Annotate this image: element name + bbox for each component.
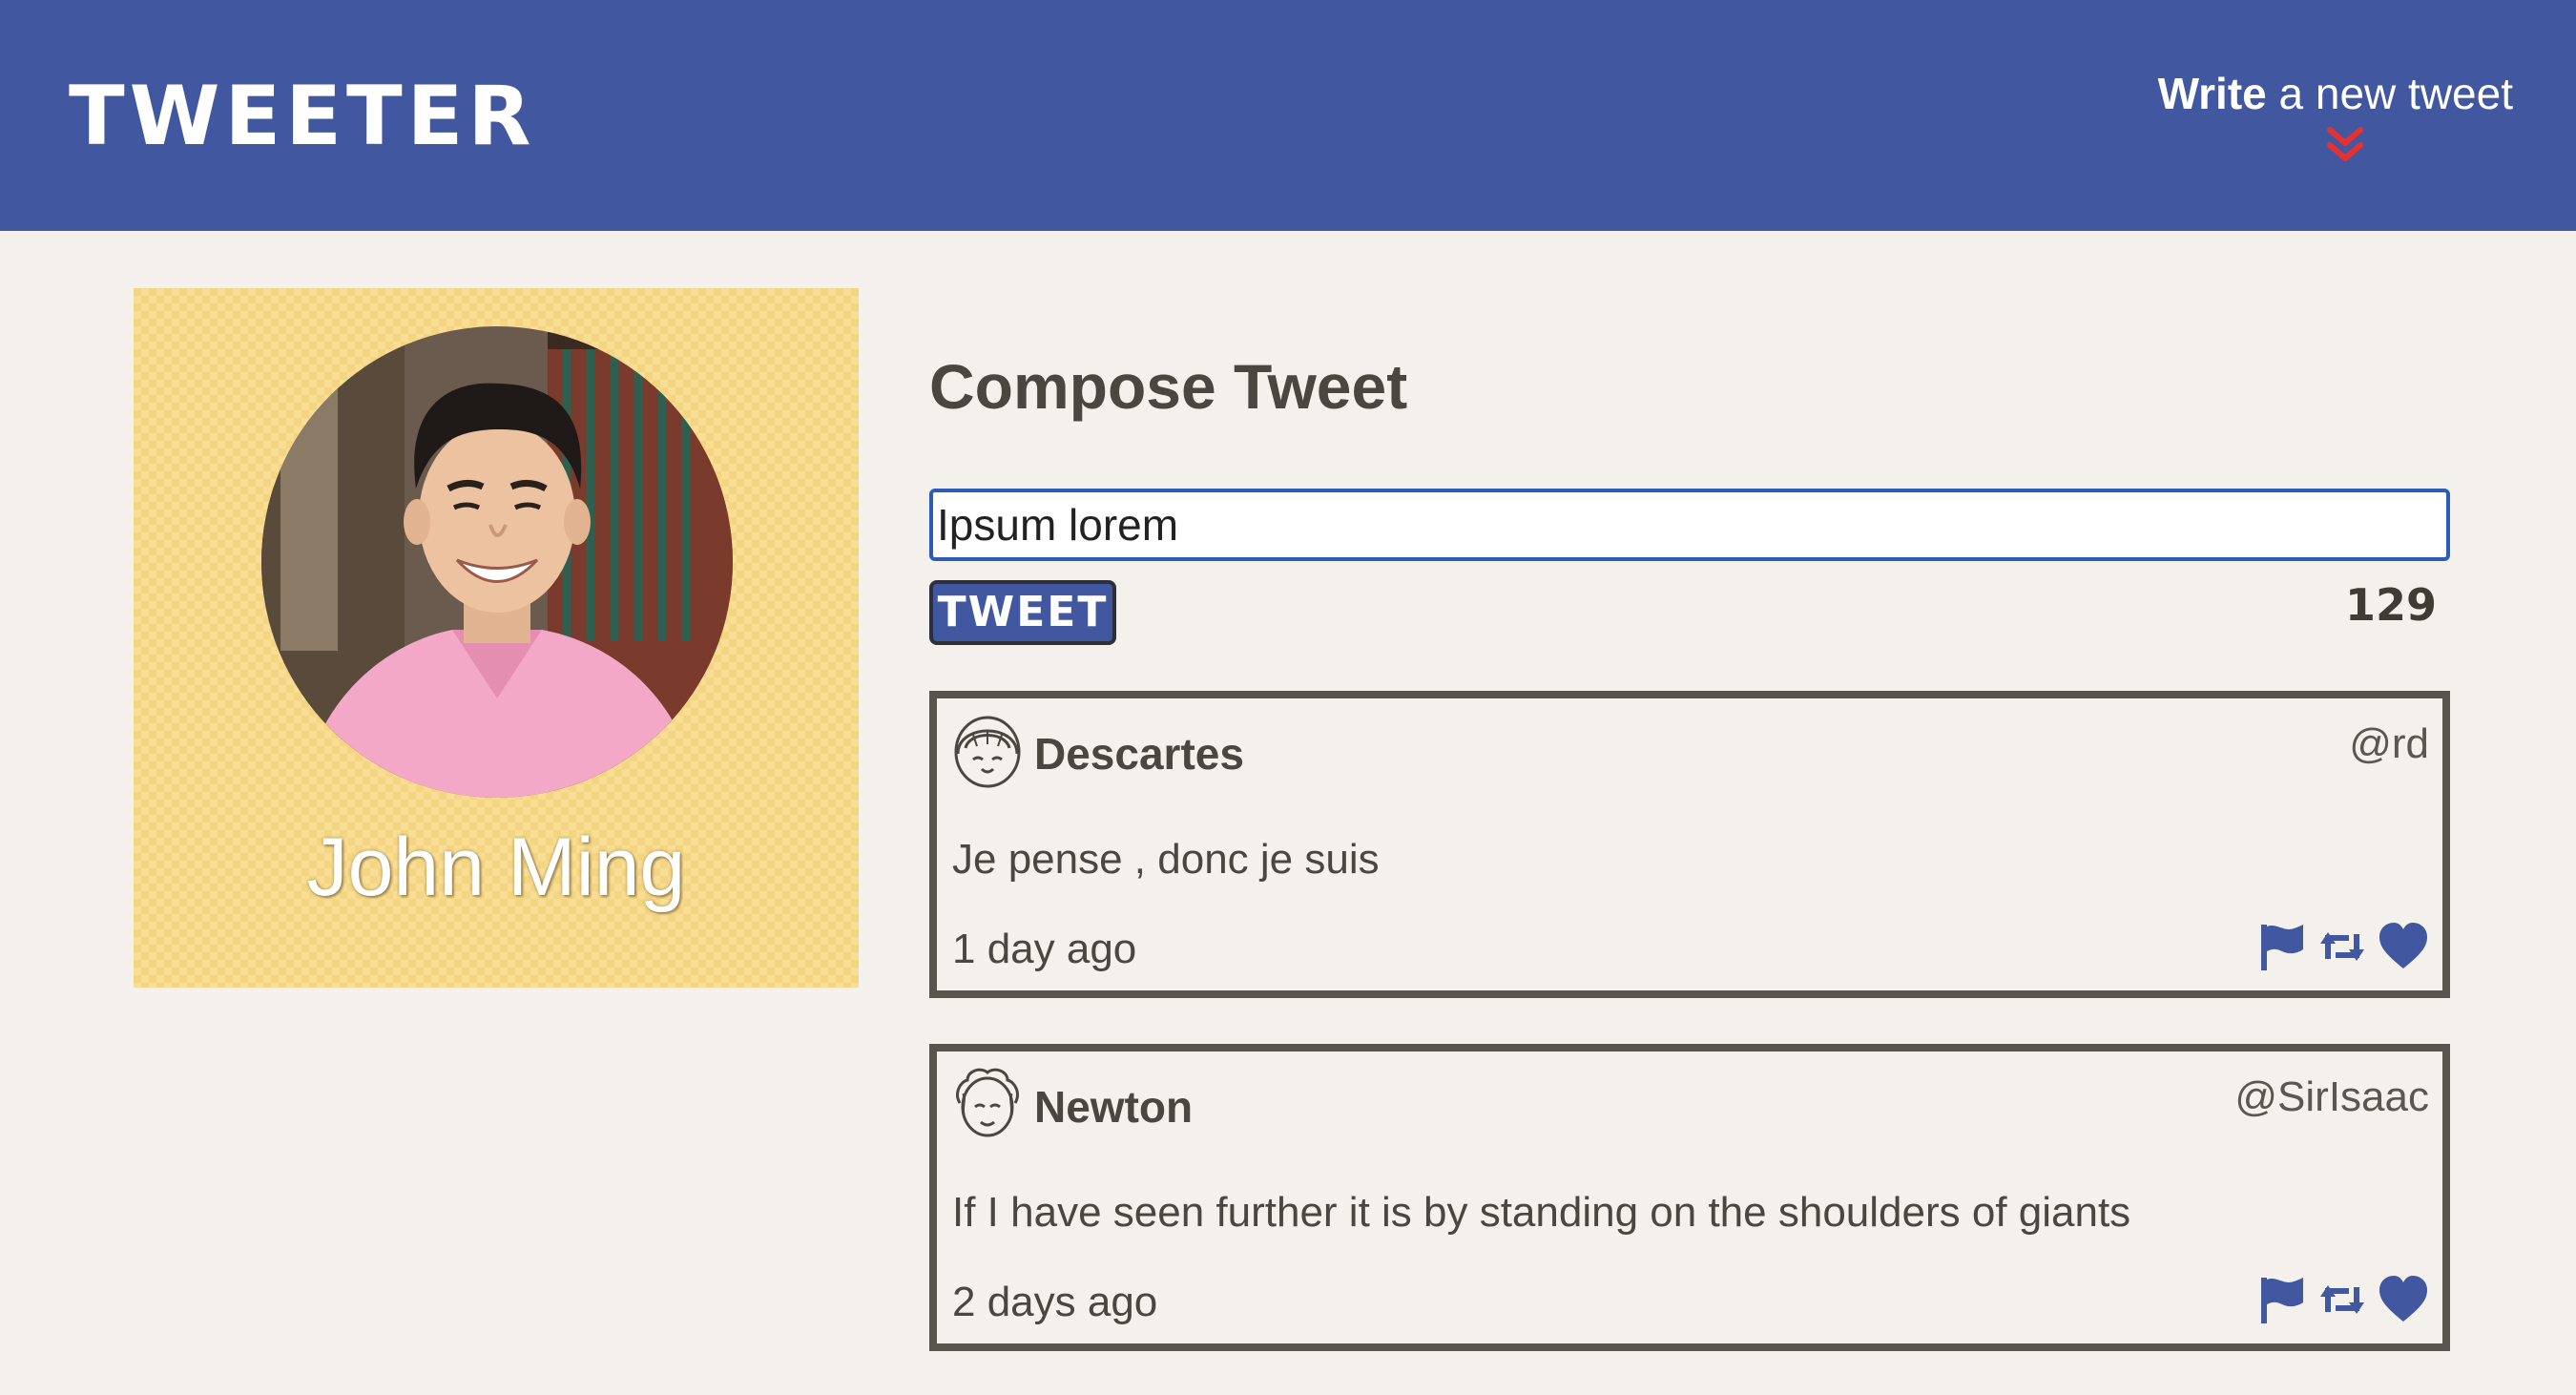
retweet-icon[interactable] (2316, 1274, 2368, 1325)
compose-title: Compose Tweet (929, 351, 1408, 422)
write-new-tweet-link[interactable]: Write a new tweet (2158, 65, 2513, 122)
tweet-card: Newton @SirIsaac If I have seen further … (929, 1044, 2450, 1351)
compose-tweet-input[interactable] (929, 489, 2450, 561)
navbar: TWEETER Write a new tweet (0, 0, 2576, 231)
heart-icon[interactable] (2378, 921, 2429, 972)
tweet-time: 2 days ago (952, 1279, 1158, 1325)
girl-face-icon (954, 716, 1021, 788)
tweet-actions (2255, 1273, 2429, 1326)
tweet-text: If I have seen further it is by standing… (952, 1189, 2131, 1236)
tweet-author[interactable]: Newton (1034, 1080, 1193, 1134)
flag-icon[interactable] (2255, 921, 2307, 972)
flag-icon[interactable] (2255, 1274, 2307, 1325)
profile-name: John Ming (306, 822, 686, 913)
write-bold: Write (2157, 69, 2267, 118)
tweet-handle[interactable]: @SirIsaac (2234, 1071, 2429, 1124)
tweet-time: 1 day ago (952, 926, 1137, 972)
curly-hair-face-icon (956, 1068, 1019, 1137)
tweet-handle[interactable]: @rd (2349, 718, 2429, 771)
profile-photo (261, 326, 733, 798)
brand-logo[interactable]: TWEETER (69, 69, 536, 164)
character-counter: 129 (2344, 579, 2437, 631)
profile-avatar (261, 326, 733, 798)
tweet-actions (2255, 920, 2429, 973)
double-chevron-down-icon[interactable] (2324, 124, 2366, 166)
tweet-button[interactable]: TWEET (929, 580, 1116, 645)
retweet-icon[interactable] (2316, 921, 2368, 972)
write-rest: a new tweet (2266, 69, 2514, 118)
tweet-card: Descartes @rd Je pense , donc je suis 1 … (929, 691, 2450, 998)
tweet-author[interactable]: Descartes (1034, 727, 1244, 781)
heart-icon[interactable] (2378, 1274, 2429, 1325)
profile-card: John Ming (134, 288, 859, 988)
tweet-text: Je pense , donc je suis (952, 836, 1380, 883)
